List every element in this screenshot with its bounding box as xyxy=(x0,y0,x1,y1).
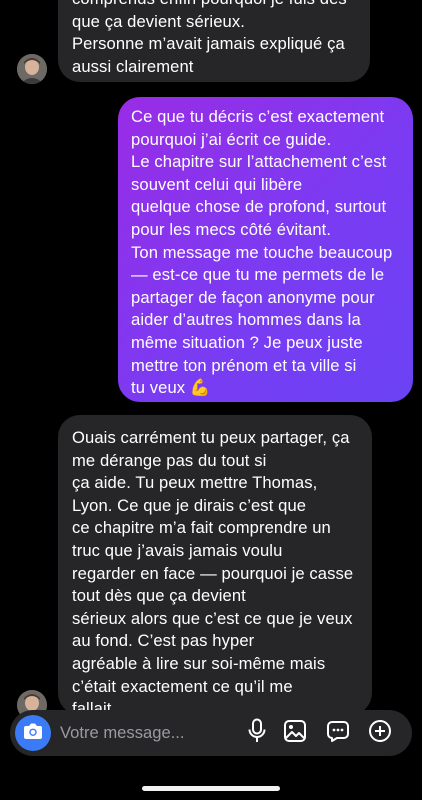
message-line: pourquoi j’ai écrit ce guide. xyxy=(131,129,332,149)
message-line: tout dès que ça devient xyxy=(72,586,246,606)
message-bubble-incoming: Ouais carrément tu peux partager, ça me … xyxy=(58,415,372,718)
message-line: partager de façon anonyme pour xyxy=(131,287,375,307)
home-indicator xyxy=(142,786,280,791)
message-line: quelque chose de profond, surtout xyxy=(131,197,387,217)
message-line: ce chapitre m’a fait comprendre un xyxy=(72,518,331,538)
message-line: c’était exactement ce qu’il me xyxy=(72,676,293,696)
gallery-button[interactable] xyxy=(281,719,309,747)
message-line: aussi clairement xyxy=(72,56,194,76)
message-line: Personne m’avait jamais expliqué ça xyxy=(72,34,345,54)
message-line: — est-ce que tu me permets de le xyxy=(131,265,385,285)
message-line: même situation ? Je peux juste xyxy=(131,332,363,352)
message-line: regarder en face — pourquoi je casse xyxy=(72,563,354,583)
camera-icon xyxy=(23,722,43,745)
gallery-icon xyxy=(283,719,307,748)
message-line: souvent celui qui libère xyxy=(131,174,303,194)
message-line: agréable à lire sur soi-même mais xyxy=(72,653,326,673)
message-line: Lyon. Ce que je dirais c’est que xyxy=(72,495,307,515)
message-line: aider d’autres hommes dans la xyxy=(131,310,361,330)
message-line: comprends enfin pourquoi je fuis dès xyxy=(72,0,356,11)
add-icon xyxy=(368,719,392,748)
message-line: pour les mecs côté évitant. xyxy=(131,219,332,239)
message-line: sérieux alors que c’est ce que je veux xyxy=(72,608,353,628)
sticker-button[interactable] xyxy=(324,719,352,747)
message-line: Ouais carrément tu peux partager, ça xyxy=(72,428,350,447)
message-line: Ton message me touche beaucoup xyxy=(131,242,393,262)
microphone-button[interactable] xyxy=(243,718,271,749)
avatar[interactable] xyxy=(17,54,47,84)
message-line: mettre ton prénom et ta ville si xyxy=(131,355,357,375)
add-button[interactable] xyxy=(366,719,394,747)
message-line: que ça devient sérieux. xyxy=(72,11,245,31)
message-line: au fond. C’est pas hyper xyxy=(72,631,255,651)
message-line: Le chapitre sur l’attachement c’est xyxy=(131,152,387,172)
sticker-icon xyxy=(326,719,350,748)
microphone-icon xyxy=(247,718,267,749)
message-line: tu veux 💪 xyxy=(131,378,211,398)
message-line: me dérange pas du tout si xyxy=(72,450,267,470)
message-bubble-incoming: comprends enfin pourquoi je fuis dès que… xyxy=(58,0,370,82)
camera-button[interactable] xyxy=(15,715,51,751)
message-line: Ce que tu décris c’est exactement xyxy=(131,107,385,126)
message-composer: Votre message... xyxy=(10,710,412,756)
message-bubble-outgoing: Ce que tu décris c’est exactement pourqu… xyxy=(118,97,413,402)
message-line: truc que j’avais jamais voulu xyxy=(72,540,283,560)
message-line: ça aide. Tu peux mettre Thomas, xyxy=(72,473,318,493)
message-input[interactable]: Votre message... xyxy=(60,723,185,743)
